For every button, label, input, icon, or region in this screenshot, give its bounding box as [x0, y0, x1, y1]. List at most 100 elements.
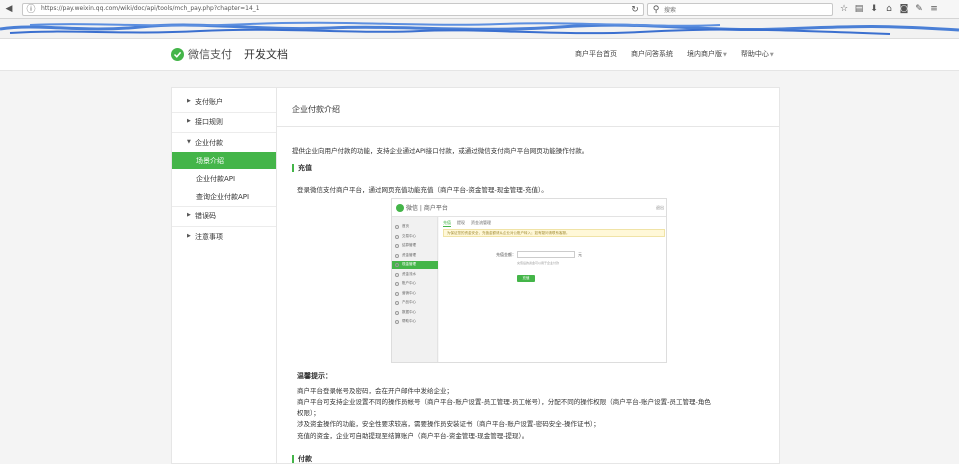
- shot-amount-input: [517, 251, 575, 258]
- merchant-platform-screenshot: 微信 | 商户平台 退出 首页 交易中心 结算管理 资金管理 现金管理 资金流水 账户中心营…: [391, 198, 667, 363]
- shot-sidebar-item: 营销中心: [392, 290, 438, 298]
- menu-icon[interactable]: ≡: [928, 3, 940, 15]
- chevron-right-icon: ▶: [187, 212, 191, 218]
- sidebar-item-notes[interactable]: ▶ 注意事项: [172, 228, 277, 246]
- circle-icon: [395, 234, 399, 239]
- shot-amount-label: 充值金额：: [496, 252, 516, 257]
- circle-icon: [395, 263, 399, 267]
- notes-title: 温馨提示：: [297, 372, 332, 380]
- sidebar-item-label: 注意事项: [195, 233, 223, 241]
- redaction-scribble: [0, 21, 959, 35]
- browser-icons: ☆ ▤ ⬇ ⌂ ◙ ✎ ≡: [838, 3, 940, 15]
- sidebar-item-label: 支付账户: [195, 98, 223, 106]
- shot-unit: 元: [578, 252, 582, 257]
- logo-text: 微信支付: [188, 48, 232, 61]
- sidebar-subitem-scenario[interactable]: 场景介绍: [172, 152, 277, 169]
- circle-icon: [395, 282, 399, 286]
- site-info-icon[interactable]: ⓘ: [25, 4, 37, 16]
- shot-sidebar-label: 帮助中心: [402, 319, 416, 323]
- shot-sidebar-label: 资金管理: [402, 252, 416, 257]
- circle-icon: [395, 320, 399, 324]
- bookmarks-bar-redacted: [0, 19, 959, 39]
- shot-sidebar-item: 数据中心: [392, 309, 438, 317]
- extension-icon[interactable]: ✎: [913, 3, 925, 15]
- sidebar-subitem-label: 场景介绍: [196, 157, 224, 165]
- sidebar-item-error-codes[interactable]: ▶ 错误码: [172, 207, 277, 225]
- sidebar-item-payment-account[interactable]: ▶ 支付账户: [172, 93, 277, 111]
- shot-sidebar-label: 营销中心: [402, 290, 416, 295]
- sidebar-subitem-label: 查询企业付款API: [196, 193, 250, 201]
- divider: [277, 126, 779, 127]
- site-logo[interactable]: 微信支付 开发文档: [171, 46, 288, 62]
- divider: [172, 226, 277, 227]
- circle-icon: [395, 253, 399, 258]
- shot-sidebar-label: 账户中心: [402, 281, 416, 285]
- shot-sidebar: 首页 交易中心 结算管理 资金管理 现金管理 资金流水 账户中心 营销中心 产品中心 数据中心 帮助…: [392, 217, 438, 362]
- nav-label: 商户平台首页: [575, 50, 617, 58]
- divider: [172, 132, 277, 133]
- download-icon[interactable]: ⬇: [868, 3, 880, 15]
- shot-logo: 微信 | 商户平台: [396, 203, 448, 212]
- shot-sidebar-label: 结算管理: [402, 243, 416, 247]
- note-line: 商户平台登录帐号及密码，会在开户邮件中发给企业；: [297, 387, 453, 395]
- shot-sidebar-label: 数据中心: [402, 309, 416, 314]
- home-icon[interactable]: ⌂: [883, 3, 895, 15]
- recharge-paragraph: 登录微信支付商户平台，通过网页充值功能充值（商户平台-资金管理-现金管理-充值）…: [297, 186, 548, 194]
- reload-icon[interactable]: ↻: [629, 4, 641, 16]
- search-placeholder: 搜索: [664, 7, 677, 14]
- address-bar[interactable]: ⓘ https://pay.weixin.qq.com/wiki/doc/api…: [22, 3, 644, 16]
- shot-recharge-button: 充值: [517, 275, 535, 282]
- nav-item-domestic-edition[interactable]: 境内商户版▼: [687, 49, 727, 59]
- top-nav: 商户平台首页 商户问答系统 境内商户版▼ 帮助中心▼: [575, 49, 774, 59]
- sidebar-item-api-rules[interactable]: ▶ 接口规则: [172, 113, 277, 131]
- intro-paragraph: 提供企业向用户付款的功能，支持企业通过API接口付款，或通过微信支付商户平台网页…: [292, 147, 589, 155]
- bookmark-list-icon[interactable]: ▤: [853, 3, 865, 15]
- search-icon: ⚲: [652, 5, 660, 15]
- shot-sidebar-label: 资金流水: [402, 271, 416, 276]
- chevron-down-icon: ▼: [187, 139, 191, 145]
- nav-item-merchant-home[interactable]: 商户平台首页: [575, 49, 617, 59]
- shot-sidebar-item: 资金管理: [392, 252, 438, 260]
- shot-sidebar-label: 首页: [402, 224, 409, 228]
- shot-sidebar-item: 账户中心: [392, 280, 438, 288]
- nav-buttons: ◀: [3, 3, 15, 15]
- chevron-down-icon: ▼: [769, 52, 774, 58]
- sidebar-subitem-label: 企业付款API: [196, 175, 236, 183]
- sidebar-item-label: 企业付款: [195, 139, 223, 147]
- chevron-down-icon: ▼: [723, 52, 727, 58]
- doc-title: 开发文档: [244, 48, 288, 61]
- circle-icon: [395, 310, 399, 315]
- shot-warning: 为保证您的资金安全，充值金额请从企业对公账户转入；如有疑问请联系客服。: [443, 229, 665, 237]
- shot-hint: 充值后的资金可以用于企业付款: [517, 261, 560, 265]
- shot-sidebar-item: 帮助中心: [392, 318, 438, 326]
- shot-main: 充值 提现 资金流管理 为保证您的资金安全，充值金额请从企业对公账户转入；如有疑…: [439, 217, 666, 362]
- nav-item-help-center[interactable]: 帮助中心▼: [741, 49, 774, 59]
- wechat-pay-logo-icon: [171, 47, 184, 61]
- back-icon[interactable]: ◀: [3, 3, 15, 15]
- star-icon[interactable]: ☆: [838, 3, 850, 15]
- circle-icon: [395, 301, 399, 305]
- pocket-icon[interactable]: ◙: [898, 3, 910, 15]
- sidebar-item-enterprise-payment[interactable]: ▼ 企业付款: [172, 134, 277, 152]
- sidebar-subitem-payment-api[interactable]: 企业付款API: [172, 170, 277, 187]
- shot-sidebar-item: 交易中心: [392, 233, 438, 241]
- site-header: 微信支付 开发文档 商户平台首页 商户问答系统 境内商户版▼ 帮助中心▼: [0, 39, 959, 71]
- note-line: 充值的资金，企业可自助提现至结算账户（商户平台-资金管理-现金管理-提现）。: [297, 432, 529, 440]
- shot-tabs: 充值 提现 资金流管理: [443, 220, 491, 227]
- note-line: 商户平台可支持企业设置不同的操作员帐号（商户平台-账户设置-员工管理-员工帐号）…: [297, 398, 711, 406]
- chevron-right-icon: ▶: [187, 118, 191, 124]
- shot-sidebar-item: 结算管理: [392, 242, 438, 250]
- circle-icon: [395, 244, 399, 248]
- search-bar[interactable]: ⚲ 搜索: [647, 3, 833, 16]
- note-line: 权限）；: [297, 409, 320, 417]
- doc-sidebar: ▶ 支付账户 ▶ 接口规则 ▼ 企业付款 场景介绍 企业付款API 查询企业付款…: [171, 87, 277, 464]
- nav-item-merchant-qa[interactable]: 商户问答系统: [631, 49, 673, 59]
- page-title: 企业付款介绍: [292, 105, 340, 114]
- sidebar-subitem-query-api[interactable]: 查询企业付款API: [172, 188, 277, 205]
- url-text: https://pay.weixin.qq.com/wiki/doc/api/t…: [41, 5, 260, 12]
- note-line: 涉及资金操作的功能，安全性要求较高，需要操作员安装证书（商户平台-账户设置-密码…: [297, 420, 600, 428]
- shot-sidebar-item: 产品中心: [392, 299, 438, 307]
- nav-label: 商户问答系统: [631, 50, 673, 58]
- doc-content: 企业付款介绍 提供企业向用户付款的功能，支持企业通过API接口付款，或通过微信支…: [276, 87, 780, 464]
- sidebar-item-label: 接口规则: [195, 118, 223, 126]
